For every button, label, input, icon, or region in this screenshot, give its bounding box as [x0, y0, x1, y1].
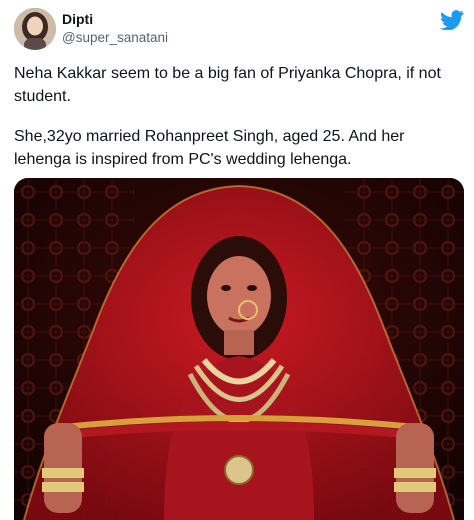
user-avatar[interactable]: [14, 8, 56, 50]
tweet-text-paragraph-2: She,32yo married Rohanpreet Singh, aged …: [14, 128, 405, 168]
user-handle[interactable]: @super_sanatani: [62, 30, 168, 45]
tweet-photo[interactable]: [14, 178, 464, 520]
tweet-card: Dipti @super_sanatani Neha Kakkar seem t…: [0, 0, 474, 520]
tweet-text-paragraph-1: Neha Kakkar seem to be a big fan of Priy…: [14, 65, 441, 105]
bride-photo-illustration: [14, 178, 464, 520]
display-name[interactable]: Dipti: [62, 11, 93, 27]
twitter-bird-icon[interactable]: [440, 10, 464, 31]
